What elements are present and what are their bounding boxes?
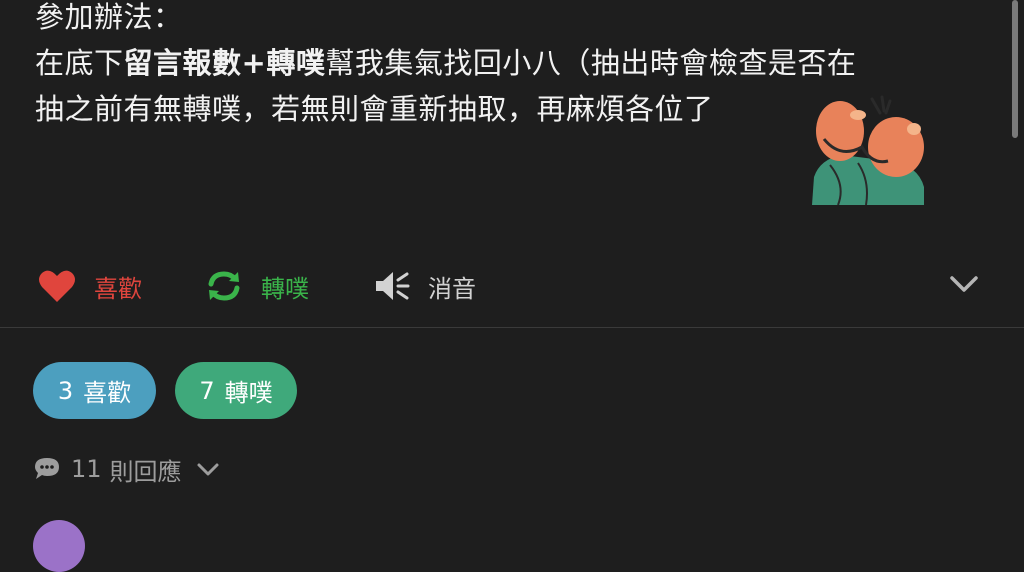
post-bold-comment-count: 留言報數 [123,46,242,80]
likes-count-label: 喜歡 [83,379,132,407]
responses-label: 則回應 [109,457,182,486]
replurk-button[interactable]: 轉噗 [205,262,309,310]
likes-count-badge[interactable]: 3 喜歡 [33,362,156,419]
responses-toggle[interactable]: 11 則回應 [33,449,220,489]
post-line-2: 在底下留言報數+轉噗幫我集氣找回小八（抽出時會檢查是否在 [35,40,975,86]
scrollbar[interactable] [1012,0,1018,138]
post-line-1: 參加辦法： [35,0,183,34]
post-line-2-rest: 幫我集氣找回小八（抽出時會檢查是否在 [325,46,857,80]
responses-count: 11 [71,455,102,483]
avatar[interactable] [33,520,85,572]
mute-button[interactable]: 消音 [374,262,476,310]
post-bold-replurk: +轉噗 [241,46,326,80]
like-label: 喜歡 [94,274,142,303]
like-button[interactable]: 喜歡 [38,262,142,310]
chevron-down-icon [197,463,219,476]
replurks-count: 7 [199,376,215,405]
divider [0,327,1024,328]
likes-count: 3 [57,376,74,405]
mute-label: 消音 [428,274,476,303]
heart-icon [39,270,75,302]
post-line-2-prefix: 在底下 [35,46,124,80]
replurk-icon [208,271,240,301]
speaker-mute-icon [376,272,410,300]
replurk-label: 轉噗 [261,274,309,303]
replurks-count-badge[interactable]: 7 轉噗 [175,362,297,419]
replurks-count-label: 轉噗 [224,379,273,407]
speech-bubble-icon [35,458,59,479]
chevron-down-icon[interactable] [948,272,980,296]
sticker-image [812,95,924,205]
action-bar: 喜歡 轉噗 消音 [0,262,1024,310]
